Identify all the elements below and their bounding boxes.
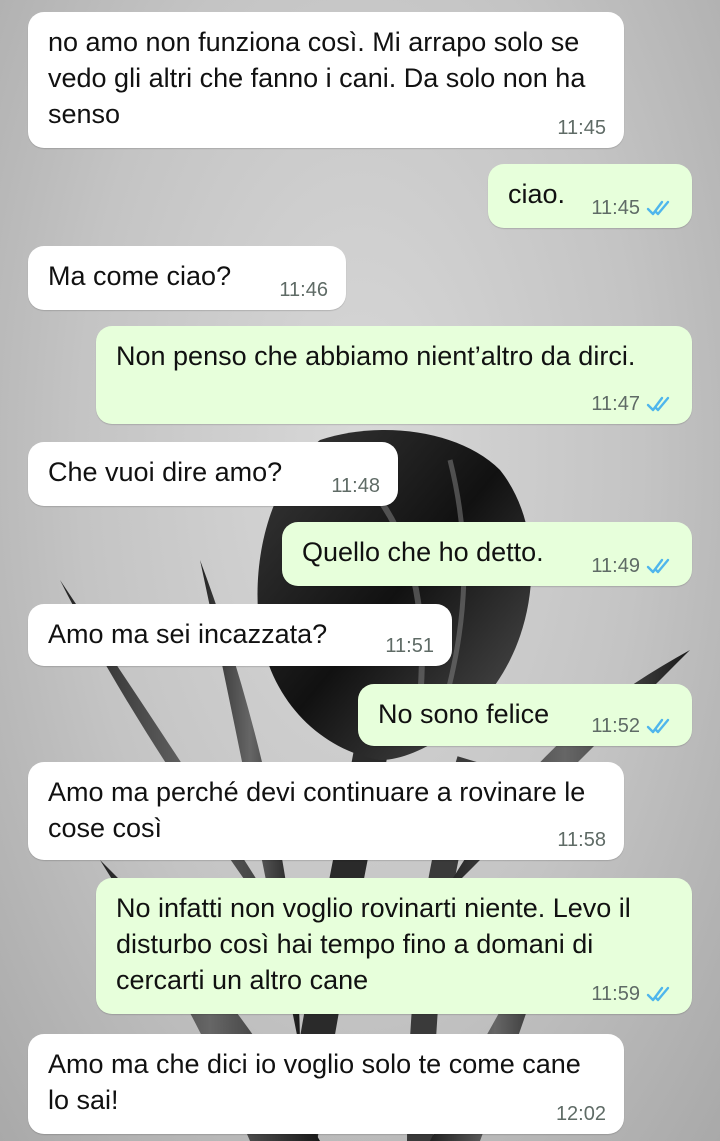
message-text: Amo ma perché devi continuare a rovinare… [48,777,593,843]
outgoing-message-bubble[interactable]: No infatti non voglio rovinarti niente. … [96,878,692,1014]
message-timestamp: 11:45 [557,117,606,139]
double-check-read-icon [646,986,670,1002]
message-meta: 11:46 [279,278,328,302]
message-meta: 11:49 [591,554,674,578]
message-text: No infatti non voglio rovinarti niente. … [116,893,639,995]
message-meta: 11:59 [591,982,674,1006]
message-meta: 11:48 [331,474,380,498]
outgoing-message-bubble[interactable]: Non penso che abbiamo nient’altro da dir… [96,326,692,424]
message-timestamp: 12:02 [555,1103,606,1125]
incoming-message-bubble[interactable]: Ma come ciao? 11:46 [28,246,346,310]
message-text: Amo ma che dici io voglio solo te come c… [48,1049,589,1115]
double-check-read-icon [646,718,670,734]
double-check-read-icon [646,200,670,216]
message-meta: 12:02 [556,1102,606,1126]
message-meta: 11:45 [591,196,674,220]
message-timestamp: 11:48 [331,475,380,497]
message-text: Che vuoi dire amo? [48,457,283,487]
message-timestamp: 11:58 [557,829,606,851]
double-check-read-icon [646,396,670,412]
message-timestamp: 11:52 [591,715,640,737]
message-meta: 11:47 [591,392,674,416]
message-timestamp: 11:59 [591,983,640,1005]
incoming-message-bubble[interactable]: Amo ma sei incazzata? 11:51 [28,604,452,666]
double-check-read-icon [646,558,670,574]
incoming-message-bubble[interactable]: Amo ma perché devi continuare a rovinare… [28,762,624,860]
outgoing-message-bubble[interactable]: No sono felice 11:52 [358,684,692,746]
message-timestamp: 11:47 [591,393,640,415]
outgoing-message-bubble[interactable]: Quello che ho detto. 11:49 [282,522,692,586]
incoming-message-bubble[interactable]: Amo ma che dici io voglio solo te come c… [28,1034,624,1134]
message-text: no amo non funziona così. Mi arrapo solo… [48,27,593,129]
message-text: Non penso che abbiamo nient’altro da dir… [116,341,636,371]
message-meta: 11:51 [385,634,434,658]
message-timestamp: 11:45 [591,197,640,219]
message-timestamp: 11:51 [385,635,434,657]
message-text: Amo ma sei incazzata? [48,619,328,649]
message-meta: 11:52 [591,714,674,738]
incoming-message-bubble[interactable]: no amo non funziona così. Mi arrapo solo… [28,12,624,148]
message-timestamp: 11:46 [279,279,328,301]
chat-message-list[interactable]: no amo non funziona così. Mi arrapo solo… [0,0,720,1141]
incoming-message-bubble[interactable]: Che vuoi dire amo? 11:48 [28,442,398,506]
outgoing-message-bubble[interactable]: ciao. 11:45 [488,164,692,228]
message-meta: 11:45 [557,116,606,140]
message-meta: 11:58 [557,828,606,852]
message-timestamp: 11:49 [591,555,640,577]
